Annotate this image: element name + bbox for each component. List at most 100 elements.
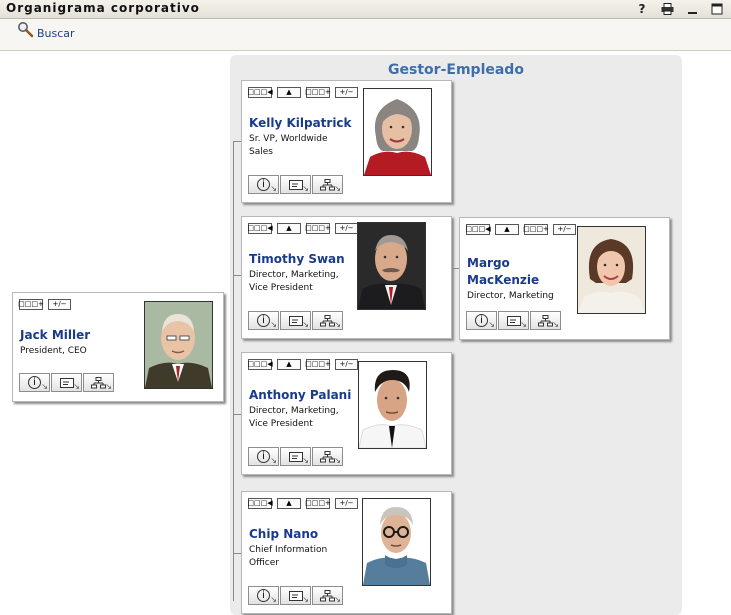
org-chart-icon (320, 589, 335, 601)
toolbar: Buscar (0, 19, 731, 51)
show-chain-button[interactable]: □□□+ (305, 87, 331, 98)
email-icon (288, 590, 303, 601)
email-icon (59, 377, 74, 388)
info-icon: i (257, 178, 270, 191)
person-title: Director, Marketing (467, 291, 554, 301)
help-icon[interactable]: ? (634, 0, 650, 17)
toggle-button[interactable]: +/− (335, 87, 358, 98)
toggle-button[interactable]: +/− (335, 223, 358, 234)
email-icon (288, 451, 303, 462)
email-button[interactable]: ↘ (51, 373, 82, 392)
person-name[interactable]: Jack Miller (20, 327, 90, 344)
search-icon (18, 22, 34, 38)
person-name[interactable]: Anthony Palani (249, 387, 351, 404)
show-reports-button[interactable]: □□□◀ (247, 223, 273, 234)
toggle-button[interactable]: +/− (335, 498, 358, 509)
show-chain-button[interactable]: □□□+ (305, 498, 331, 509)
tree-connector-anthony (233, 414, 241, 415)
info-icon: i (257, 314, 270, 327)
person-card-margo-mackenzie[interactable]: □□□◀ ▲ □□□+ +/− Margo MacKenzie Director… (459, 217, 670, 340)
go-up-button[interactable]: ▲ (277, 223, 301, 234)
person-photo (144, 301, 213, 389)
org-chart-icon (320, 314, 335, 326)
maximize-icon[interactable] (709, 0, 725, 17)
person-photo (362, 498, 431, 586)
show-chain-button[interactable]: □□□+ (305, 223, 331, 234)
info-icon: i (475, 314, 488, 327)
person-title-line-1: Sr. VP, Worldwide (249, 134, 328, 144)
info-button[interactable]: i ↘ (466, 311, 497, 330)
person-card-kelly-kilpatrick[interactable]: □□□◀ ▲ □□□+ +/− Kelly Kilpatrick Sr. VP,… (241, 80, 452, 203)
person-name[interactable]: Kelly Kilpatrick (249, 115, 352, 132)
email-icon (288, 179, 303, 190)
email-icon (506, 315, 521, 326)
show-chain-button[interactable]: □□□+ (18, 299, 44, 310)
email-button[interactable]: ↘ (280, 447, 311, 466)
info-icon: i (257, 589, 270, 602)
person-name[interactable]: Timothy Swan (249, 251, 345, 268)
email-button[interactable]: ↘ (280, 175, 311, 194)
person-title: President, CEO (20, 346, 87, 356)
info-icon: i (28, 376, 41, 389)
person-card-timothy-swan[interactable]: □□□◀ ▲ □□□+ +/− Timothy Swan Director, M… (241, 216, 452, 339)
person-name[interactable]: Chip Nano (249, 526, 318, 543)
person-title-line-1: Director, Marketing, (249, 270, 339, 280)
person-title-line-2: Officer (249, 558, 279, 568)
org-chart-button[interactable]: ↘ (312, 175, 343, 194)
org-chart-icon (320, 450, 335, 462)
toggle-button[interactable]: +/− (553, 224, 576, 235)
info-button[interactable]: i ↘ (248, 311, 279, 330)
email-button[interactable]: ↘ (280, 586, 311, 605)
org-chart-button[interactable]: ↘ (312, 311, 343, 330)
toggle-button[interactable]: +/− (335, 359, 358, 370)
show-reports-button[interactable]: □□□◀ (247, 498, 273, 509)
minimize-icon[interactable] (684, 0, 700, 17)
tree-connector-chip (233, 553, 241, 554)
info-button[interactable]: i ↘ (248, 175, 279, 194)
tree-connector-kelly (233, 141, 241, 142)
tree-connector-timothy (233, 275, 241, 276)
go-up-button[interactable]: ▲ (495, 224, 519, 235)
search-link[interactable]: Buscar (17, 21, 75, 40)
org-chart-icon (91, 376, 106, 388)
info-icon: i (257, 450, 270, 463)
org-chart-button[interactable]: ↘ (312, 447, 343, 466)
email-button[interactable]: ↘ (498, 311, 529, 330)
show-chain-button[interactable]: □□□+ (305, 359, 331, 370)
person-photo (363, 88, 432, 176)
show-reports-button[interactable]: □□□◀ (247, 359, 273, 370)
tree-connector-vertical (233, 141, 234, 601)
window-title: Organigrama corporativo (6, 1, 200, 15)
person-title-line-1: Director, Marketing, (249, 406, 339, 416)
panel-title: Gestor-Empleado (388, 62, 524, 78)
info-button[interactable]: i ↘ (248, 586, 279, 605)
show-reports-button[interactable]: □□□◀ (247, 87, 273, 98)
person-name-line-1[interactable]: Margo (467, 255, 510, 272)
email-button[interactable]: ↘ (280, 311, 311, 330)
show-chain-button[interactable]: □□□+ (523, 224, 549, 235)
search-label[interactable]: Buscar (37, 27, 75, 40)
toggle-button[interactable]: +/− (48, 299, 71, 310)
org-chart-icon (320, 178, 335, 190)
person-photo (577, 226, 646, 314)
person-title-line-2: Sales (249, 147, 273, 157)
person-card-jack-miller[interactable]: □□□+ +/− Jack Miller President, CEO i ↘ ↘… (12, 292, 224, 402)
org-chart-button[interactable]: ↘ (530, 311, 561, 330)
print-icon[interactable] (659, 0, 675, 17)
person-card-chip-nano[interactable]: □□□◀ ▲ □□□+ +/− Chip Nano Chief Informat… (241, 491, 452, 614)
person-title-line-1: Chief Information (249, 545, 328, 555)
go-up-button[interactable]: ▲ (277, 498, 301, 509)
org-chart-button[interactable]: ↘ (312, 586, 343, 605)
go-up-button[interactable]: ▲ (277, 87, 301, 98)
org-chart-button[interactable]: ↘ (83, 373, 114, 392)
go-up-button[interactable]: ▲ (277, 359, 301, 370)
person-photo (358, 361, 427, 449)
person-card-anthony-palani[interactable]: □□□◀ ▲ □□□+ +/− Anthony Palani Director,… (241, 352, 452, 475)
info-button[interactable]: i ↘ (19, 373, 50, 392)
person-name-line-2[interactable]: MacKenzie (467, 272, 539, 289)
org-chart-icon (538, 314, 553, 326)
person-title-line-2: Vice President (249, 419, 313, 429)
info-button[interactable]: i ↘ (248, 447, 279, 466)
show-reports-button[interactable]: □□□◀ (465, 224, 491, 235)
person-photo (357, 222, 426, 310)
